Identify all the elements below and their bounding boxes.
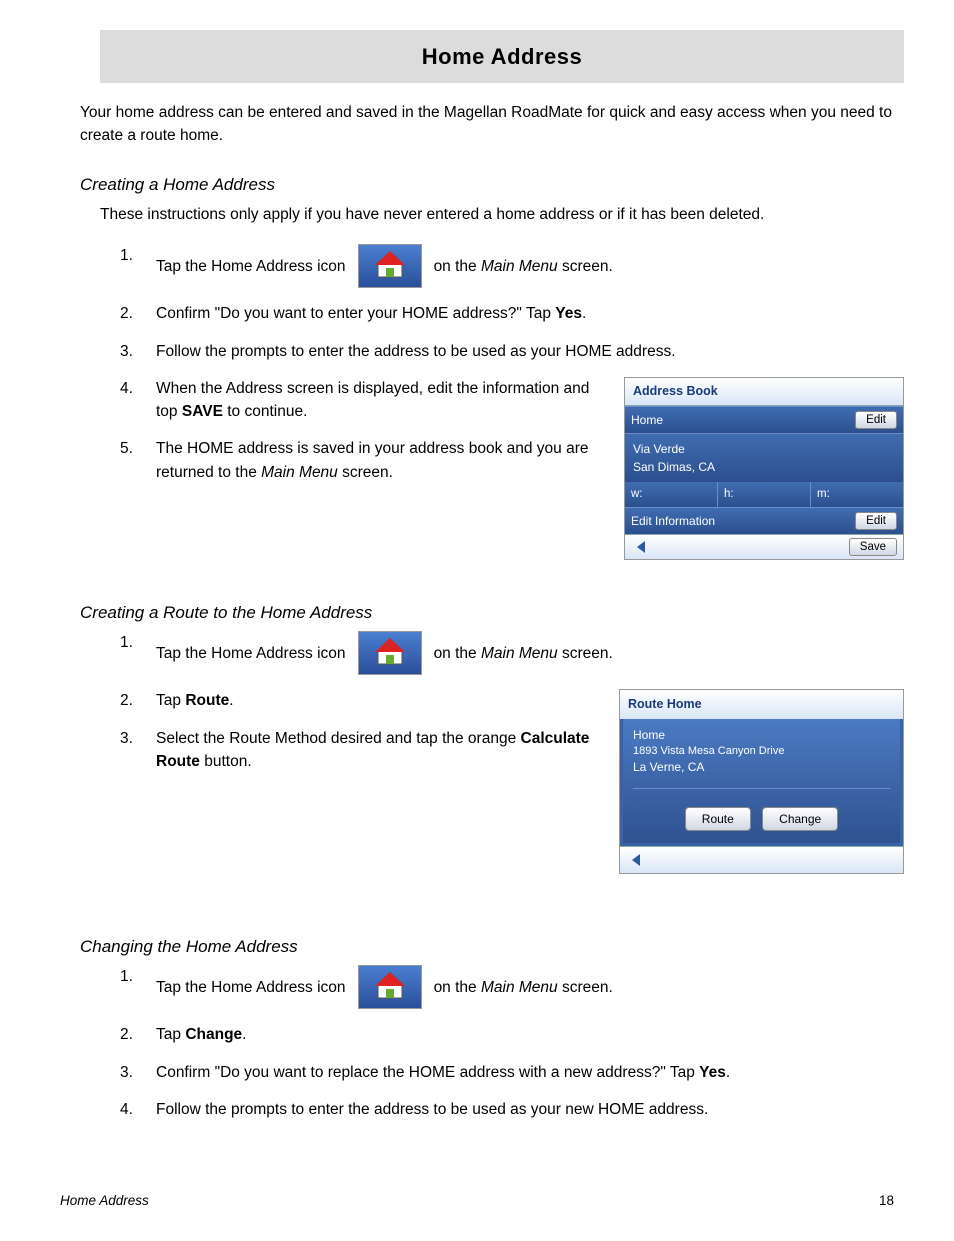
section1-subtext: These instructions only apply if you hav… (100, 203, 904, 226)
step-s3-1: 1. Tap the Home Address icon on the Main… (120, 965, 904, 1009)
step-s1-3: 3. Follow the prompts to enter the addre… (120, 340, 904, 363)
section-heading-changing: Changing the Home Address (80, 934, 904, 960)
step-text: Follow the prompts to enter the address … (156, 340, 904, 363)
step-text-tail: on the Main Menu screen. (434, 976, 613, 999)
abook-addr-line1: Via Verde (633, 440, 895, 458)
page-title: Home Address (100, 30, 904, 83)
step-s2-2: 2. Tap Route. (120, 689, 599, 712)
edit-button[interactable]: Edit (855, 411, 897, 429)
save-button[interactable]: Save (849, 538, 897, 556)
step-s1-1: 1. Tap the Home Address icon on the Main… (120, 244, 904, 288)
step-text: Select the Route Method desired and tap … (156, 727, 599, 774)
step-number: 3. (120, 727, 156, 750)
step-s2-3: 3. Select the Route Method desired and t… (120, 727, 599, 774)
step-number: 1. (120, 631, 156, 654)
abook-home-label: Home (631, 411, 663, 429)
rhome-addr-line2: La Verne, CA (633, 759, 890, 776)
step-text: Tap Route. (156, 689, 599, 712)
home-address-icon (358, 965, 422, 1009)
step-s3-2: 2. Tap Change. (120, 1023, 904, 1046)
step-text: Confirm "Do you want to enter your HOME … (156, 302, 904, 325)
step-text: When the Address screen is displayed, ed… (156, 377, 604, 424)
step-text: Tap the Home Address icon (156, 976, 346, 999)
step-text-tail: on the Main Menu screen. (434, 255, 613, 278)
abook-phone-w: w: (625, 482, 718, 507)
section-heading-creating: Creating a Home Address (80, 172, 904, 198)
address-book-screenshot: Address Book Home Edit Via Verde San Dim… (624, 377, 904, 560)
footer-section-name: Home Address (60, 1191, 149, 1211)
step-number: 4. (120, 377, 156, 400)
home-address-icon (358, 631, 422, 675)
step-number: 1. (120, 244, 156, 267)
step-number: 3. (120, 1061, 156, 1084)
step-number: 1. (120, 965, 156, 988)
step-s1-2: 2. Confirm "Do you want to enter your HO… (120, 302, 904, 325)
change-button[interactable]: Change (762, 807, 838, 831)
back-icon[interactable] (631, 538, 653, 556)
back-icon[interactable] (626, 851, 648, 869)
step-number: 2. (120, 302, 156, 325)
abook-phone-m: m: (811, 482, 903, 507)
section-heading-route: Creating a Route to the Home Address (80, 600, 904, 626)
rhome-addr-line1: 1893 Vista Mesa Canyon Drive (633, 744, 890, 759)
route-home-screenshot: Route Home Home 1893 Vista Mesa Canyon D… (619, 689, 904, 874)
step-text: Confirm "Do you want to replace the HOME… (156, 1061, 904, 1084)
route-button[interactable]: Route (685, 807, 751, 831)
abook-editinfo-label: Edit Information (631, 512, 715, 530)
step-number: 2. (120, 689, 156, 712)
edit-button[interactable]: Edit (855, 512, 897, 530)
step-number: 3. (120, 340, 156, 363)
step-number: 4. (120, 1098, 156, 1121)
step-text: Tap the Home Address icon (156, 642, 346, 665)
rhome-name: Home (633, 727, 890, 744)
page-footer: Home Address 18 (50, 1191, 904, 1211)
step-text-tail: on the Main Menu screen. (434, 642, 613, 665)
step-s3-4: 4. Follow the prompts to enter the addre… (120, 1098, 904, 1121)
footer-page-number: 18 (879, 1191, 894, 1211)
step-s1-5: 5. The HOME address is saved in your add… (120, 437, 604, 484)
step-s1-4: 4. When the Address screen is displayed,… (120, 377, 604, 424)
step-text: Follow the prompts to enter the address … (156, 1098, 904, 1121)
home-address-icon (358, 244, 422, 288)
step-number: 5. (120, 437, 156, 460)
intro-text: Your home address can be entered and sav… (80, 101, 904, 148)
address-book-title: Address Book (625, 378, 903, 406)
abook-addr-line2: San Dimas, CA (633, 458, 895, 476)
step-s3-3: 3. Confirm "Do you want to replace the H… (120, 1061, 904, 1084)
route-home-title: Route Home (620, 690, 903, 719)
step-text: The HOME address is saved in your addres… (156, 437, 604, 484)
step-s2-1: 1. Tap the Home Address icon on the Main… (120, 631, 904, 675)
abook-phone-h: h: (718, 482, 811, 507)
step-number: 2. (120, 1023, 156, 1046)
step-text: Tap the Home Address icon (156, 255, 346, 278)
step-text: Tap Change. (156, 1023, 904, 1046)
